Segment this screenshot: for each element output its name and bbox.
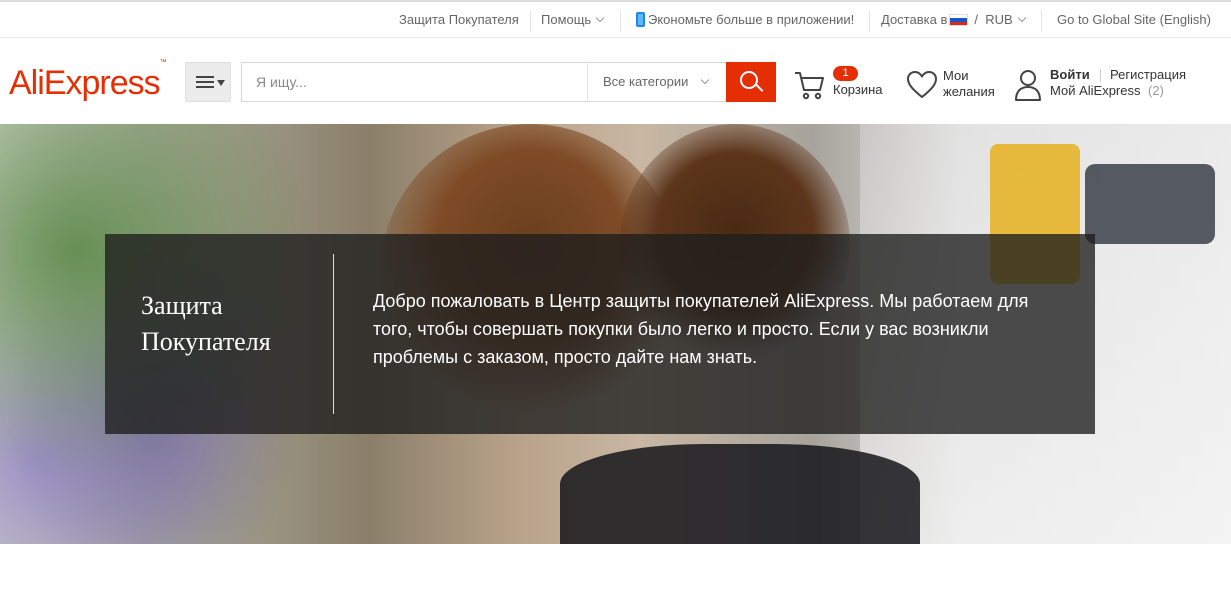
search-icon xyxy=(740,71,758,89)
categories-menu-button[interactable] xyxy=(185,62,231,102)
divider xyxy=(869,10,870,32)
site-header: AliExpress™ Все категории 1 Корзина Мои … xyxy=(0,38,1231,124)
hero-text-panel: Защита Покупателя Добро пожаловать в Цен… xyxy=(105,234,1095,434)
delivery-currency-dropdown[interactable]: Доставка в / RUB xyxy=(881,2,1026,38)
category-select-label: Все категории xyxy=(603,74,689,89)
my-aliexpress-count: (2) xyxy=(1148,83,1164,98)
aliexpress-logo[interactable]: AliExpress™ xyxy=(9,59,167,103)
global-site-link[interactable]: Go to Global Site (English) xyxy=(1057,2,1211,38)
currency-separator: / xyxy=(974,12,978,27)
search-icon-handle xyxy=(755,84,764,92)
wishlist-label-line2: желания xyxy=(943,84,995,99)
chevron-down-icon xyxy=(1017,13,1026,23)
help-label: Помощь xyxy=(541,12,592,27)
hero-banner: Защита Покупателя Добро пожаловать в Цен… xyxy=(0,124,1231,544)
hero-divider xyxy=(333,254,334,414)
russia-flag-icon xyxy=(949,14,969,26)
phone-icon xyxy=(636,12,645,27)
register-link[interactable]: Регистрация xyxy=(1110,67,1186,82)
divider xyxy=(1041,10,1042,32)
top-bar: Защита Покупателя Помощь Экономьте больш… xyxy=(0,0,1231,38)
divider xyxy=(530,10,531,32)
signin-link[interactable]: Войти xyxy=(1050,67,1090,82)
chevron-down-icon xyxy=(700,75,710,85)
user-icon xyxy=(1015,70,1041,101)
wishlist-link[interactable]: Мои желания xyxy=(906,66,1006,106)
chevron-down-icon xyxy=(595,13,605,23)
currency-label: RUB xyxy=(985,12,1013,27)
cart-icon xyxy=(795,72,824,100)
caret-down-icon xyxy=(217,80,225,86)
search-input[interactable] xyxy=(242,63,586,101)
app-promo-link[interactable]: Экономьте больше в приложении! xyxy=(636,2,854,38)
search-button[interactable] xyxy=(726,62,776,102)
logo-trademark: ™ xyxy=(159,58,167,66)
heart-icon xyxy=(907,71,937,98)
delivery-label: Доставка в xyxy=(881,12,948,27)
divider xyxy=(1100,69,1101,82)
account-area: Войти Регистрация Мой AliExpress (2) xyxy=(1014,66,1214,106)
category-select[interactable]: Все категории xyxy=(587,63,726,101)
app-promo-label: Экономьте больше в приложении! xyxy=(648,12,855,27)
divider xyxy=(620,10,621,32)
help-dropdown[interactable]: Помощь xyxy=(541,2,605,38)
buyer-protection-link[interactable]: Защита Покупателя xyxy=(399,2,519,38)
my-aliexpress-link[interactable]: Мой AliExpress xyxy=(1050,83,1141,98)
cart-count-badge: 1 xyxy=(833,66,858,81)
hero-title: Защита Покупателя xyxy=(141,291,271,356)
cart-label: Корзина xyxy=(833,82,883,97)
logo-text: AliExpress xyxy=(9,64,161,102)
cart-link[interactable]: 1 Корзина xyxy=(794,66,894,106)
hero-description: Добро пожаловать в Центр защиты покупате… xyxy=(373,291,1029,367)
search-bar: Все категории xyxy=(241,62,776,102)
hero-image-dress xyxy=(560,444,920,544)
hero-image-car xyxy=(1085,164,1215,244)
hamburger-icon xyxy=(196,76,214,88)
wishlist-label-line1: Мои xyxy=(943,68,969,83)
